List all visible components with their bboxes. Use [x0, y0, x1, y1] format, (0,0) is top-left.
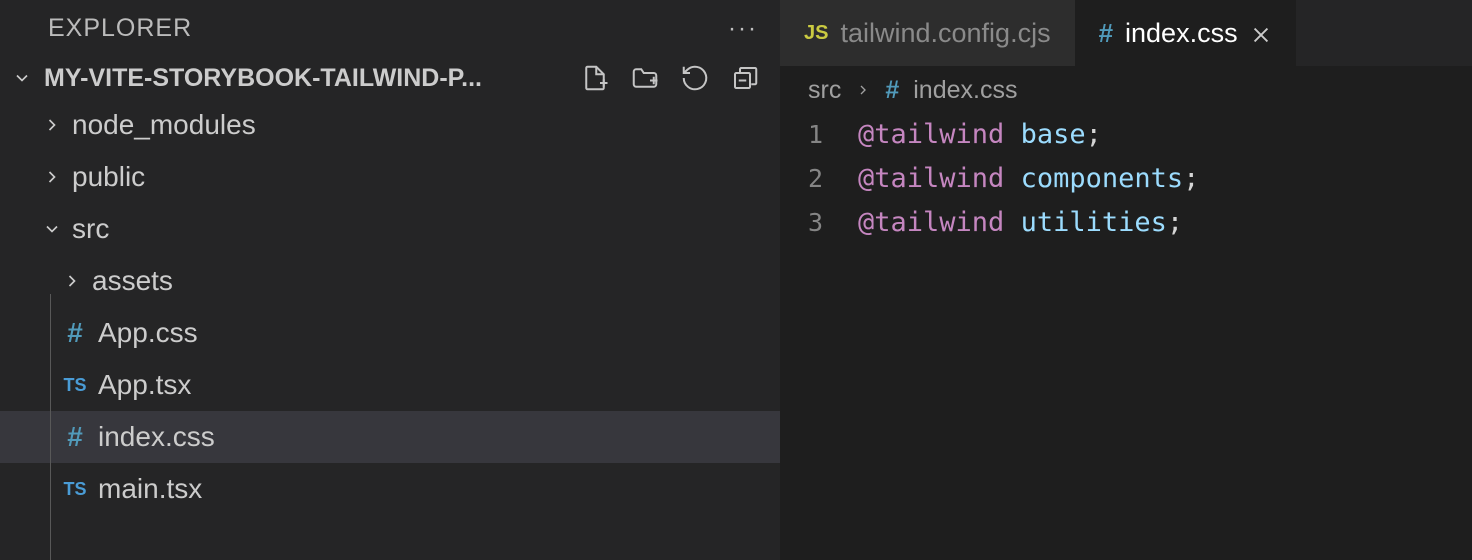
explorer-title: EXPLORER — [48, 14, 192, 43]
chevron-right-icon — [40, 113, 64, 137]
token-punctuation: ; — [1183, 163, 1199, 194]
token-at-rule: @tailwind — [858, 207, 1004, 238]
token-punctuation: ; — [1086, 119, 1102, 150]
chevron-right-icon — [60, 269, 84, 293]
breadcrumb-file: index.css — [913, 76, 1017, 105]
folder-public[interactable]: public — [0, 151, 780, 203]
line-number: 3 — [808, 208, 858, 237]
tab-index-css[interactable]: # index.css — [1075, 0, 1296, 66]
file-tree: node_modules public src assets # App.css… — [0, 99, 780, 515]
breadcrumb[interactable]: src # index.css — [780, 66, 1472, 115]
css-file-icon: # — [60, 422, 90, 452]
chevron-down-icon — [10, 66, 34, 90]
close-tab-icon[interactable] — [1250, 22, 1272, 44]
project-actions — [580, 63, 766, 93]
tab-label: index.css — [1125, 18, 1238, 49]
token-identifier: base — [1021, 119, 1086, 150]
folder-label: public — [72, 161, 145, 193]
file-main-tsx[interactable]: TS main.tsx — [0, 463, 780, 515]
collapse-all-icon[interactable] — [730, 63, 760, 93]
code-line: 3 @tailwind utilities ; — [808, 207, 1472, 251]
folder-node-modules[interactable]: node_modules — [0, 99, 780, 151]
breadcrumb-src: src — [808, 76, 841, 105]
folder-label: src — [72, 213, 109, 245]
tab-label: tailwind.config.cjs — [840, 18, 1050, 49]
css-file-icon: # — [885, 76, 899, 105]
explorer-more-icon[interactable]: ··· — [728, 15, 758, 43]
code-editor[interactable]: 1 @tailwind base ; 2 @tailwind component… — [780, 115, 1472, 251]
file-label: index.css — [98, 421, 215, 453]
indent-guide — [50, 294, 51, 560]
file-app-css[interactable]: # App.css — [0, 307, 780, 359]
token-at-rule: @tailwind — [858, 119, 1004, 150]
folder-label: assets — [92, 265, 173, 297]
css-file-icon: # — [1099, 18, 1113, 49]
token-identifier: components — [1021, 163, 1184, 194]
ts-file-icon: TS — [60, 474, 90, 504]
project-name: MY-VITE-STORYBOOK-TAILWIND-P... — [44, 64, 570, 93]
chevron-right-icon — [855, 76, 871, 105]
code-line: 1 @tailwind base ; — [808, 119, 1472, 163]
new-file-icon[interactable] — [580, 63, 610, 93]
refresh-icon[interactable] — [680, 63, 710, 93]
file-label: App.tsx — [98, 369, 191, 401]
new-folder-icon[interactable] — [630, 63, 660, 93]
editor-pane: JS tailwind.config.cjs # index.css src #… — [780, 0, 1472, 560]
file-label: App.css — [98, 317, 198, 349]
file-label: main.tsx — [98, 473, 202, 505]
line-number: 2 — [808, 164, 858, 193]
folder-assets[interactable]: assets — [0, 255, 780, 307]
code-line: 2 @tailwind components ; — [808, 163, 1472, 207]
token-punctuation: ; — [1167, 207, 1183, 238]
js-file-icon: JS — [804, 22, 828, 45]
chevron-right-icon — [40, 165, 64, 189]
editor-tabs: JS tailwind.config.cjs # index.css — [780, 0, 1472, 66]
tab-tailwind-config[interactable]: JS tailwind.config.cjs — [780, 0, 1075, 66]
file-app-tsx[interactable]: TS App.tsx — [0, 359, 780, 411]
token-at-rule: @tailwind — [858, 163, 1004, 194]
line-number: 1 — [808, 120, 858, 149]
ts-file-icon: TS — [60, 370, 90, 400]
project-header[interactable]: MY-VITE-STORYBOOK-TAILWIND-P... — [0, 57, 780, 99]
file-index-css[interactable]: # index.css — [0, 411, 780, 463]
token-identifier: utilities — [1021, 207, 1167, 238]
folder-src[interactable]: src — [0, 203, 780, 255]
explorer-sidebar: EXPLORER ··· MY-VITE-STORYBOOK-TAILWIND-… — [0, 0, 780, 560]
folder-label: node_modules — [72, 109, 256, 141]
chevron-down-icon — [40, 217, 64, 241]
css-file-icon: # — [60, 318, 90, 348]
